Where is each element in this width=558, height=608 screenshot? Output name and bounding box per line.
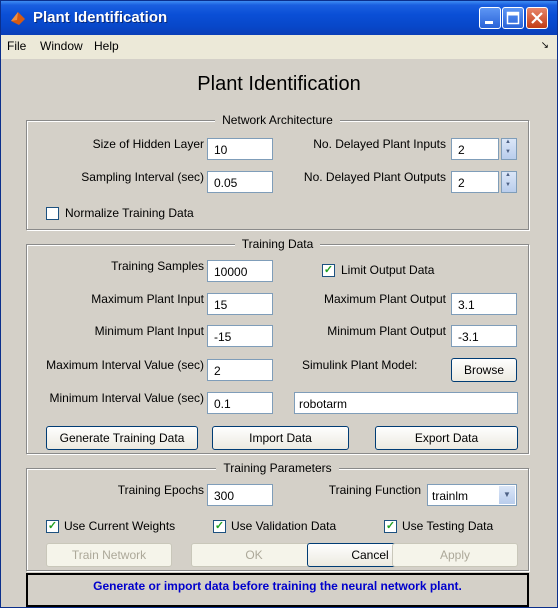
plant-identification-window: Plant Identification File Window Help ↘ … xyxy=(0,0,558,608)
panel-title: Training Data xyxy=(234,237,321,251)
hidden-layer-input[interactable]: 10 xyxy=(207,138,273,160)
delayed-outputs-label: No. Delayed Plant Outputs xyxy=(303,170,446,184)
current-weights-label: Use Current Weights xyxy=(64,519,176,533)
delayed-inputs-label: No. Delayed Plant Inputs xyxy=(313,137,446,151)
max-interval-field[interactable]: 2 xyxy=(207,359,273,381)
max-plant-output-label: Maximum Plant Output xyxy=(323,292,446,306)
ok-button[interactable]: OK xyxy=(191,543,317,567)
limit-output-label: Limit Output Data xyxy=(341,263,435,277)
train-network-button[interactable]: Train Network xyxy=(46,543,172,567)
maximize-button[interactable] xyxy=(502,7,524,29)
normalize-checkbox[interactable] xyxy=(46,207,59,220)
close-button[interactable] xyxy=(526,7,548,29)
training-epochs-label: Training Epochs xyxy=(117,483,204,497)
validation-data-label: Use Validation Data xyxy=(231,519,337,533)
menu-window[interactable]: Window xyxy=(40,39,83,53)
menu-file[interactable]: File xyxy=(7,39,26,53)
menu-bar: File Window Help ↘ xyxy=(1,35,557,60)
minimize-icon xyxy=(485,21,493,24)
training-function-label: Training Function xyxy=(328,483,421,497)
network-architecture-panel: Network Architecture Size of Hidden Laye… xyxy=(26,113,529,230)
import-data-button[interactable]: Import Data xyxy=(212,426,349,450)
testing-data-label: Use Testing Data xyxy=(402,519,494,533)
min-interval-label: Minimum Interval Value (sec) xyxy=(49,391,205,405)
matlab-logo-icon xyxy=(11,12,25,25)
export-data-button[interactable]: Export Data xyxy=(375,426,518,450)
title-bar[interactable]: Plant Identification xyxy=(1,1,557,35)
generate-training-data-button[interactable]: Generate Training Data xyxy=(46,426,198,450)
sampling-interval-input[interactable]: 0.05 xyxy=(207,171,273,193)
min-plant-input-field[interactable]: -15 xyxy=(207,325,273,347)
max-plant-input-label: Maximum Plant Input xyxy=(91,292,204,306)
maximize-icon xyxy=(506,11,520,25)
min-interval-field[interactable]: 0.1 xyxy=(207,392,273,414)
plant-model-input[interactable]: robotarm xyxy=(294,392,518,414)
chevron-down-icon[interactable]: ▼ xyxy=(499,486,515,504)
training-samples-input[interactable]: 10000 xyxy=(207,260,273,282)
delayed-inputs-spinner[interactable] xyxy=(501,138,517,160)
sampling-interval-label: Sampling Interval (sec) xyxy=(81,170,204,184)
training-function-select[interactable]: trainlm ▼ xyxy=(427,484,517,506)
training-function-value: trainlm xyxy=(432,489,469,503)
panel-title: Training Parameters xyxy=(216,461,339,475)
max-interval-label: Maximum Interval Value (sec) xyxy=(46,358,204,372)
simulink-model-label: Simulink Plant Model: xyxy=(302,358,418,372)
validation-data-checkbox[interactable]: ✓ xyxy=(213,520,226,533)
hidden-layer-label: Size of Hidden Layer xyxy=(92,137,204,151)
normalize-label: Normalize Training Data xyxy=(65,206,194,220)
min-plant-input-label: Minimum Plant Input xyxy=(94,324,204,338)
max-plant-input-field[interactable]: 15 xyxy=(207,293,273,315)
training-data-panel: Training Data Training Samples 10000 ✓ L… xyxy=(26,237,529,454)
testing-data-checkbox[interactable]: ✓ xyxy=(384,520,397,533)
menu-help[interactable]: Help xyxy=(94,39,119,53)
apply-button[interactable]: Apply xyxy=(392,543,518,567)
delayed-inputs-input[interactable]: 2 xyxy=(451,138,499,160)
limit-output-checkbox[interactable]: ✓ xyxy=(322,264,335,277)
window-title: Plant Identification xyxy=(33,9,168,26)
current-weights-checkbox[interactable]: ✓ xyxy=(46,520,59,533)
dialog-content: Plant Identification Network Architectur… xyxy=(1,59,557,607)
max-plant-output-field[interactable]: 3.1 xyxy=(451,293,517,315)
close-icon xyxy=(531,12,543,24)
browse-button[interactable]: Browse xyxy=(451,358,517,382)
minimize-button[interactable] xyxy=(479,7,501,29)
status-message: Generate or import data before training … xyxy=(26,573,529,607)
delayed-outputs-input[interactable]: 2 xyxy=(451,171,499,193)
panel-title: Network Architecture xyxy=(215,113,340,127)
training-epochs-input[interactable]: 300 xyxy=(207,484,273,506)
page-title: Plant Identification xyxy=(197,73,361,95)
min-plant-output-label: Minimum Plant Output xyxy=(327,324,446,338)
training-parameters-panel: Training Parameters Training Epochs 300 … xyxy=(26,461,529,571)
dock-arrow-icon[interactable]: ↘ xyxy=(541,40,549,51)
delayed-outputs-spinner[interactable] xyxy=(501,171,517,193)
training-samples-label: Training Samples xyxy=(111,259,204,273)
min-plant-output-field[interactable]: -3.1 xyxy=(451,325,517,347)
